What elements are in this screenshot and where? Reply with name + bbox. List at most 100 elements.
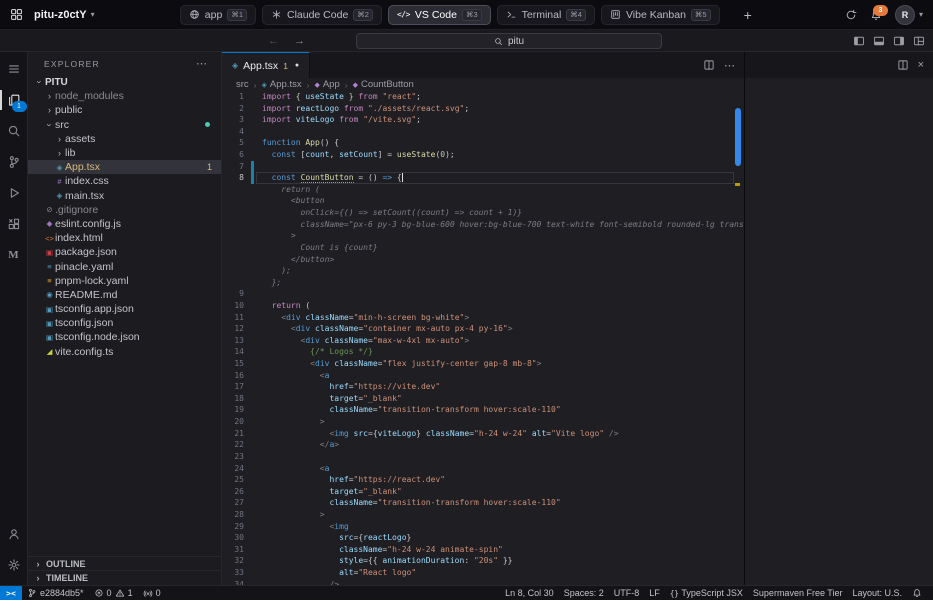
remote-indicator[interactable]: >< (0, 586, 22, 600)
code-line[interactable]: 5function App() { (222, 137, 744, 149)
code-line[interactable]: 1import { useState } from "react"; (222, 91, 744, 103)
code-line[interactable]: 25 href="https://react.dev" (222, 474, 744, 486)
code-line[interactable]: 26 target="_blank" (222, 486, 744, 498)
code-line[interactable]: 29 <img (222, 521, 744, 533)
file-item-tsconfig.app.json[interactable]: ▣tsconfig.app.json (28, 302, 221, 316)
folder-item-assets[interactable]: ›assets (28, 132, 221, 146)
code-line[interactable]: 31 className="h-24 w-24 animate-spin" (222, 544, 744, 556)
ghost-code-line[interactable]: }; (222, 277, 744, 289)
code-line[interactable]: 16 <a (222, 370, 744, 382)
notifications-button[interactable]: 3 (870, 9, 882, 21)
layout-icon[interactable] (913, 35, 925, 47)
code-line[interactable]: 7 (222, 161, 744, 173)
code-line[interactable]: 6 const [count, setCount] = useState(0); (222, 149, 744, 161)
panel-right-icon[interactable] (893, 35, 905, 47)
code-line[interactable]: 21 <img src={viteLogo} className="h-24 w… (222, 428, 744, 440)
folder-item-node_modules[interactable]: ›node_modules (28, 89, 221, 103)
file-item-pinacle.yaml[interactable]: ≡pinacle.yaml (28, 259, 221, 273)
code-line[interactable]: 3import viteLogo from "/vite.svg"; (222, 114, 744, 126)
code-line[interactable]: 19 className="transition-transform hover… (222, 404, 744, 416)
activity-account[interactable] (0, 521, 28, 547)
code-editor[interactable]: 1import { useState } from "react";2impor… (222, 91, 744, 585)
status-item-typescript-jsx[interactable]: {}TypeScript JSX (665, 586, 748, 600)
section-timeline[interactable]: ›TIMELINE (28, 570, 221, 585)
explorer-more-actions-button[interactable]: ⋯ (190, 56, 213, 71)
folder-item-pitu[interactable]: ›PITU (28, 75, 221, 89)
code-line[interactable]: 33 alt="React logo" (222, 567, 744, 579)
ghost-code-line[interactable]: <button (222, 195, 744, 207)
activity-menu[interactable] (0, 56, 28, 82)
split-editor-icon[interactable] (897, 59, 909, 71)
refresh-button[interactable] (845, 9, 857, 21)
file-item-vite.config.ts[interactable]: ◢vite.config.ts (28, 345, 221, 359)
ports-status-item[interactable]: 0 (138, 586, 166, 600)
activity-explorer[interactable]: 1 (0, 87, 28, 113)
workspace-switcher[interactable]: pitu-z0ctY ▾ (30, 7, 99, 23)
activity-source-control[interactable] (0, 149, 28, 175)
activity-search[interactable] (0, 118, 28, 144)
status-item-utf-8[interactable]: UTF-8 (609, 586, 645, 600)
folder-item-public[interactable]: ›public (28, 103, 221, 117)
code-line[interactable]: 10 return ( (222, 300, 744, 312)
file-item-tsconfig.json[interactable]: ▣tsconfig.json (28, 316, 221, 330)
code-line[interactable]: 11 <div className="min-h-screen bg-white… (222, 312, 744, 324)
workspace-tab-terminal[interactable]: Terminal⌘4 (497, 5, 595, 25)
code-line[interactable]: 15 <div className="flex justify-center g… (222, 358, 744, 370)
workspace-tab-vibe-kanban[interactable]: Vibe Kanban⌘5 (601, 5, 720, 25)
file-item-.gitignore[interactable]: ⊘.gitignore (28, 203, 221, 217)
ghost-code-line[interactable]: ); (222, 265, 744, 277)
code-line[interactable]: 12 <div className="container mx-auto px-… (222, 323, 744, 335)
ghost-code-line[interactable]: Count is {count} (222, 242, 744, 254)
status-item-spaces-2[interactable]: Spaces: 2 (559, 586, 609, 600)
file-item-index.html[interactable]: <>index.html (28, 231, 221, 245)
status-item-lf[interactable]: LF (644, 586, 665, 600)
file-item-index.css[interactable]: #index.css (28, 174, 221, 188)
code-line[interactable]: 4 (222, 126, 744, 138)
code-line[interactable]: 9 (222, 288, 744, 300)
code-line[interactable]: 17 href="https://vite.dev" (222, 381, 744, 393)
code-line[interactable]: 23 (222, 451, 744, 463)
account-menu[interactable]: R ▾ (895, 5, 923, 25)
breadcrumb-item-src[interactable]: src (236, 79, 249, 90)
code-line[interactable]: 14 {/* Logos */} (222, 346, 744, 358)
problems-status-item[interactable]: 0 1 (89, 586, 138, 600)
ghost-code-line[interactable]: return ( (222, 184, 744, 196)
file-item-app.tsx[interactable]: ◈App.tsx1 (28, 160, 221, 174)
section-outline[interactable]: ›OUTLINE (28, 556, 221, 571)
activity-run-debug[interactable] (0, 180, 28, 206)
panel-bottom-icon[interactable] (873, 35, 885, 47)
code-line[interactable]: 18 target="_blank" (222, 393, 744, 405)
file-item-readme.md[interactable]: ◉README.md (28, 288, 221, 302)
code-line[interactable]: 32 style={{ animationDuration: "20s" }} (222, 555, 744, 567)
activity-supermaven[interactable]: M (0, 242, 28, 268)
code-line[interactable]: 24 <a (222, 463, 744, 475)
code-line[interactable]: 13 <div className="max-w-4xl mx-auto"> (222, 335, 744, 347)
ghost-code-line[interactable]: </button> (222, 254, 744, 266)
editor-tab-app-tsx[interactable]: ◈ App.tsx 1 ● (222, 52, 310, 78)
more-actions-icon[interactable]: ⋯ (724, 59, 735, 72)
panel-left-icon[interactable] (853, 35, 865, 47)
back-button[interactable]: ← (268, 35, 279, 47)
folder-item-src[interactable]: ›src (28, 118, 221, 132)
file-item-eslint.config.js[interactable]: ◆eslint.config.js (28, 217, 221, 231)
file-item-package.json[interactable]: ▣package.json (28, 245, 221, 259)
code-line[interactable]: 8 const CountButton = () => { (222, 172, 744, 184)
status-item-layout-u-s-[interactable]: Layout: U.S. (847, 586, 907, 600)
code-line[interactable]: 2import reactLogo from "./assets/react.s… (222, 103, 744, 115)
status-item-supermaven-free-tier[interactable]: Supermaven Free Tier (748, 586, 848, 600)
activity-extensions[interactable] (0, 211, 28, 237)
file-item-pnpm-lock.yaml[interactable]: ≡pnpm-lock.yaml (28, 274, 221, 288)
file-item-tsconfig.node.json[interactable]: ▣tsconfig.node.json (28, 330, 221, 344)
breadcrumb-item-app[interactable]: ◆App (314, 79, 339, 90)
code-line[interactable]: 22 </a> (222, 439, 744, 451)
forward-button[interactable]: → (294, 35, 305, 47)
ghost-code-line[interactable]: className="px-6 py-3 bg-blue-600 hover:b… (222, 219, 744, 231)
code-line[interactable]: 30 src={reactLogo} (222, 532, 744, 544)
workspace-tab-vs-code[interactable]: </>VS Code⌘3 (388, 5, 491, 25)
new-tab-button[interactable]: + (740, 6, 756, 24)
status-item-bell[interactable] (907, 586, 927, 600)
ghost-code-line[interactable]: onClick={() => setCount((count) => count… (222, 207, 744, 219)
status-item-ln-8-col-30[interactable]: Ln 8, Col 30 (500, 586, 559, 600)
code-line[interactable]: 28 > (222, 509, 744, 521)
code-line[interactable]: 27 className="transition-transform hover… (222, 497, 744, 509)
